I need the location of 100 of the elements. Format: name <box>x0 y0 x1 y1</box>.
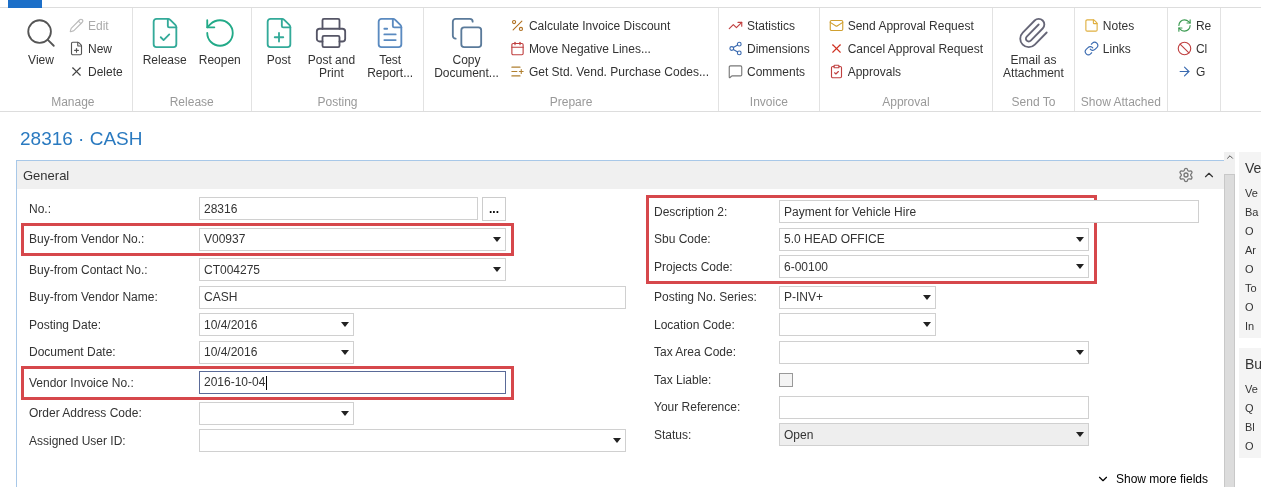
field-label: Buy-from Contact No.: <box>29 262 149 277</box>
caret-icon <box>1076 432 1084 438</box>
ribbon-button[interactable]: Approvals <box>825 60 987 83</box>
field-label: Order Address Code: <box>29 406 143 421</box>
factbox-line: O <box>1245 301 1255 313</box>
field-label: Status: <box>654 427 693 442</box>
ribbon-button[interactable]: Calculate Invoice Discount <box>506 14 712 37</box>
factbox-line: Q <box>1245 402 1255 414</box>
dropdown-field[interactable]: CT004275 <box>199 258 506 282</box>
scroll-up-icon[interactable] <box>1224 152 1235 162</box>
ribbon-button[interactable]: Cl <box>1173 37 1215 60</box>
group-label: Invoice <box>748 95 789 109</box>
approvals-icon <box>828 64 844 79</box>
field-label: Document Date: <box>29 345 117 360</box>
lookup-button[interactable]: ... <box>482 196 506 221</box>
caret-icon <box>1076 264 1084 270</box>
paperclip-icon <box>1016 16 1051 50</box>
printer-icon <box>314 16 349 50</box>
factbox-line: O <box>1245 225 1255 237</box>
group-label: Posting <box>316 95 359 109</box>
checkbox[interactable] <box>779 372 793 387</box>
field-label: Posting No. Series: <box>654 290 758 305</box>
ribbon-button[interactable]: Delete <box>66 60 126 83</box>
factbox-line: O <box>1245 263 1255 275</box>
group-label: Approval <box>881 95 931 109</box>
caret-icon <box>1076 236 1084 242</box>
ribbon-button[interactable]: Dimensions <box>725 37 813 60</box>
close-icon <box>69 64 84 79</box>
envelope-icon <box>828 18 844 33</box>
caret-icon <box>493 236 501 242</box>
ribbon-button[interactable]: Email as Attachment <box>999 14 1068 95</box>
settings-icon[interactable] <box>1178 167 1194 183</box>
factbox-title: Bu <box>1245 356 1261 372</box>
group-label: Release <box>168 95 215 109</box>
ribbon-button[interactable]: Re <box>1173 14 1215 37</box>
ribbon-button[interactable]: Notes <box>1080 14 1138 37</box>
field-label: Description 2: <box>654 204 729 219</box>
caret-icon <box>493 267 501 273</box>
link-icon <box>1083 41 1099 56</box>
field-label: Tax Area Code: <box>654 345 738 360</box>
dropdown-field[interactable]: P-INV+ <box>779 285 936 309</box>
dropdown-field[interactable]: 5.0 HEAD OFFICE <box>779 227 1089 251</box>
group-label: Prepare <box>548 95 594 109</box>
new-document-icon <box>69 41 84 56</box>
dropdown-field[interactable]: 10/4/2016 <box>199 340 354 364</box>
input-field[interactable]: CASH <box>199 285 626 309</box>
ribbon-button[interactable]: Send Approval Request <box>825 14 987 37</box>
ribbon-button[interactable]: New <box>66 37 126 60</box>
factbox-line: Ve <box>1245 383 1259 395</box>
field-label: Sbu Code: <box>654 232 712 247</box>
search-icon <box>24 16 58 50</box>
input-field[interactable]: Payment for Vehicle Hire <box>779 200 1199 224</box>
field-label: Location Code: <box>654 317 736 332</box>
dropdown-field[interactable] <box>199 401 354 425</box>
field-label: Projects Code: <box>654 259 734 274</box>
ribbon-button[interactable]: Cancel Approval Request <box>825 37 987 60</box>
ribbon-tab-marker <box>8 0 42 8</box>
ribbon-button[interactable]: Links <box>1080 37 1138 60</box>
dropdown-field[interactable] <box>779 313 936 337</box>
dropdown-field[interactable]: Open <box>779 423 1089 447</box>
ribbon-button[interactable]: Test Report... <box>363 14 418 95</box>
ribbon-button[interactable]: Post <box>257 14 300 95</box>
ribbon-button[interactable]: G <box>1173 60 1215 83</box>
input-field[interactable]: 2016-10-04 <box>199 371 506 395</box>
list-icon <box>509 64 525 79</box>
factbox-line: Ba <box>1245 206 1260 218</box>
dropdown-field[interactable]: 10/4/2016 <box>199 313 354 337</box>
ribbon-button[interactable]: Post and Print <box>303 14 360 95</box>
factbox-line: Bl <box>1245 421 1256 433</box>
ribbon-button[interactable]: Move Negative Lines... <box>506 37 712 60</box>
field-label: Vendor Invoice No.: <box>29 375 135 390</box>
caret-icon <box>1076 349 1084 355</box>
field-label: Tax Liable: <box>654 372 713 387</box>
dropdown-field[interactable]: 6-00100 <box>779 255 1089 279</box>
percent-icon <box>509 18 525 33</box>
page-title: 28316 · CASH <box>19 127 144 151</box>
field-label: Posting Date: <box>29 317 103 332</box>
factbox-line: In <box>1245 320 1256 332</box>
ribbon-button[interactable]: Copy Document... <box>430 14 503 95</box>
dropdown-field[interactable] <box>779 340 1089 364</box>
ribbon-button[interactable]: Comments <box>725 60 813 83</box>
ribbon-button[interactable]: Get Std. Vend. Purchase Codes... <box>506 60 712 83</box>
pencil-icon <box>69 18 84 33</box>
field-label: No.: <box>29 201 52 216</box>
caret-icon <box>613 438 621 444</box>
input-field[interactable] <box>779 395 1089 419</box>
dropdown-field[interactable] <box>199 429 626 453</box>
field-label: Buy-from Vendor Name: <box>29 290 159 305</box>
factbox-line: To <box>1245 282 1258 294</box>
ribbon-button[interactable]: View <box>20 14 62 95</box>
group-label: Send To <box>1010 95 1057 109</box>
show-more-button[interactable]: Show more fields <box>1089 471 1214 487</box>
note-icon <box>1083 18 1099 33</box>
ribbon-button[interactable]: Release <box>138 14 191 95</box>
ribbon-button[interactable]: Statistics <box>725 14 813 37</box>
input-field[interactable]: 28316 <box>199 197 478 221</box>
factbox-line: Ve <box>1245 187 1259 199</box>
scrollbar[interactable] <box>1224 152 1235 487</box>
ribbon-button[interactable]: Reopen <box>194 14 245 95</box>
dropdown-field[interactable]: V00937 <box>199 227 506 251</box>
